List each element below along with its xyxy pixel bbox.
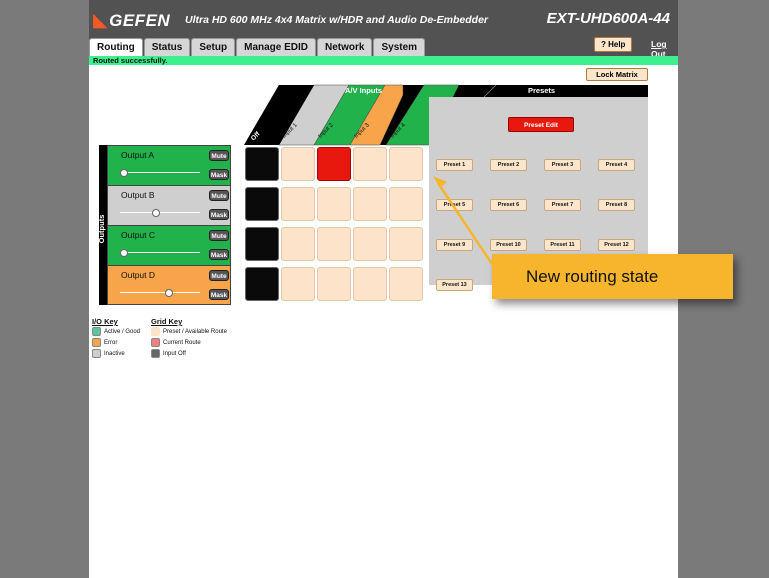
callout-arrow: [433, 176, 494, 265]
